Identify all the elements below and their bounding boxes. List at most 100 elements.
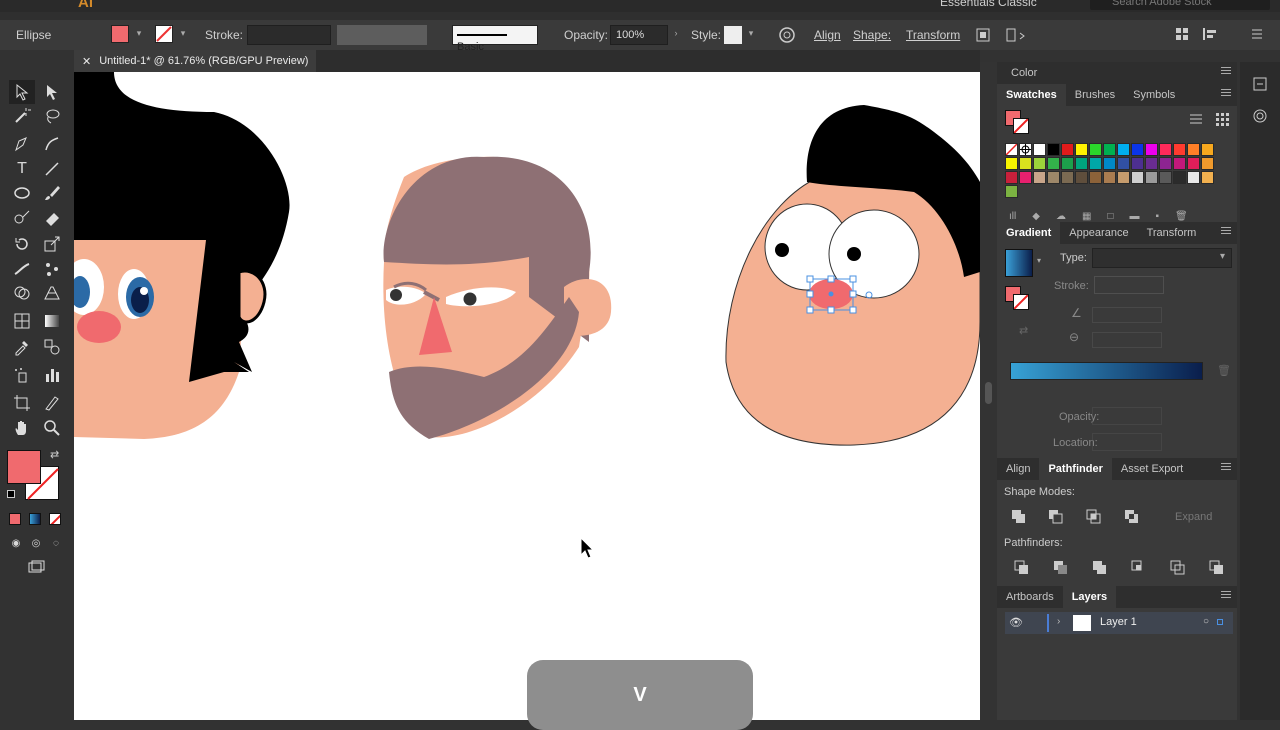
swatch-chip[interactable] — [1117, 171, 1130, 184]
divide-icon[interactable] — [1010, 557, 1032, 577]
swatch-chip[interactable] — [1145, 157, 1158, 170]
swatch-chip[interactable] — [1131, 171, 1144, 184]
perspective-grid-tool-icon[interactable] — [40, 282, 64, 304]
visibility-eye-icon[interactable]: 👁 — [1009, 616, 1023, 629]
swatch-chip[interactable] — [1019, 157, 1032, 170]
swatch-chip[interactable] — [1201, 157, 1214, 170]
opacity-arrow-icon[interactable]: › — [671, 28, 681, 38]
draw-inside-icon[interactable]: ◌ — [44, 532, 68, 554]
align-options-icon[interactable] — [1200, 26, 1224, 45]
default-colors-icon[interactable] — [7, 490, 15, 498]
layer-name[interactable]: Layer 1 — [1100, 616, 1137, 628]
gradient-preview-dropdown-icon[interactable]: ▾ — [1037, 256, 1041, 265]
swatch-chip[interactable] — [1131, 157, 1144, 170]
artboard-tool-icon[interactable] — [10, 392, 34, 414]
swatch-chip[interactable] — [1201, 143, 1214, 156]
eraser-tool-icon[interactable] — [40, 207, 64, 229]
layer-selection-indicator[interactable] — [1217, 619, 1223, 625]
column-graph-tool-icon[interactable] — [40, 364, 64, 386]
swatch-chip[interactable] — [1103, 157, 1116, 170]
swatch-chip[interactable] — [1047, 143, 1060, 156]
rotate-tool-icon[interactable] — [10, 233, 34, 255]
gradient-location-field[interactable] — [1092, 433, 1162, 451]
line-segment-tool-icon[interactable] — [40, 158, 64, 180]
arrange-icon[interactable] — [1004, 26, 1028, 47]
tab-gradient[interactable]: Gradient — [997, 222, 1061, 244]
swatch-chip[interactable] — [1173, 171, 1186, 184]
swatch-chip[interactable] — [1033, 157, 1046, 170]
new-swatch-icon[interactable]: ▪ — [1155, 211, 1159, 222]
swatch-chip[interactable] — [1033, 143, 1046, 156]
curvature-tool-icon[interactable] — [40, 133, 64, 155]
gradient-slider[interactable] — [1010, 362, 1203, 380]
tab-transform[interactable]: Transform — [1138, 222, 1206, 244]
puppet-warp-tool-icon[interactable] — [40, 258, 64, 280]
swatch-chip[interactable] — [1005, 157, 1018, 170]
minus-back-icon[interactable] — [1205, 557, 1227, 577]
swatch-chip[interactable] — [1005, 143, 1018, 156]
pen-tool-icon[interactable] — [10, 133, 34, 155]
swatch-chip[interactable] — [1187, 171, 1200, 184]
swatch-chip[interactable] — [1117, 143, 1130, 156]
swatch-chip[interactable] — [1047, 171, 1060, 184]
workspace-switcher[interactable]: Essentials Classic — [940, 0, 1037, 9]
libraries-icon[interactable] — [1249, 74, 1271, 94]
expand-layer-icon[interactable]: › — [1057, 616, 1060, 627]
tab-align[interactable]: Align — [997, 458, 1039, 480]
canvas-scrollbar[interactable] — [985, 382, 992, 404]
graphic-style-swatch[interactable] — [724, 26, 742, 44]
color-mode-icon[interactable] — [9, 513, 21, 525]
panel-menu-icon[interactable] — [1221, 67, 1231, 77]
fill-dropdown-icon[interactable]: ▾ — [134, 28, 144, 39]
new-color-group-icon[interactable]: ☁ — [1056, 211, 1066, 222]
swatch-chip[interactable] — [1061, 143, 1074, 156]
magic-wand-tool-icon[interactable] — [10, 105, 34, 127]
swatch-chip[interactable] — [1061, 157, 1074, 170]
delete-stop-icon[interactable]: 🗑 — [1217, 364, 1231, 377]
minus-front-icon[interactable] — [1044, 506, 1066, 526]
gradient-preview-swatch[interactable] — [1005, 249, 1033, 277]
creative-cloud-icon[interactable] — [1249, 106, 1271, 126]
stroke-dropdown-icon[interactable]: ▾ — [178, 28, 188, 39]
eyedropper-tool-icon[interactable] — [10, 336, 34, 358]
align-link[interactable]: Align — [814, 28, 841, 42]
hand-tool-icon[interactable] — [10, 417, 34, 439]
gradient-opacity-field[interactable] — [1092, 407, 1162, 425]
list-view-icon[interactable] — [1185, 109, 1207, 129]
ellipse-tool-icon[interactable] — [10, 182, 34, 204]
swatch-chip[interactable] — [1145, 171, 1158, 184]
swatch-library-icon[interactable]: ıll — [1009, 211, 1016, 222]
scale-tool-icon[interactable] — [40, 233, 64, 255]
fill-color-box[interactable] — [7, 450, 41, 484]
swatch-chip[interactable] — [1201, 171, 1214, 184]
lasso-tool-icon[interactable] — [40, 105, 64, 127]
exclude-icon[interactable] — [1120, 506, 1142, 526]
show-kinds-icon[interactable]: ◆ — [1032, 211, 1040, 222]
swatch-chip[interactable] — [1103, 171, 1116, 184]
mesh-tool-icon[interactable] — [10, 310, 34, 332]
tab-swatches[interactable]: Swatches — [997, 84, 1066, 106]
swatch-chip[interactable] — [1089, 157, 1102, 170]
controlbar-menu-icon[interactable] — [1250, 26, 1264, 45]
crop-icon[interactable] — [1127, 557, 1149, 577]
tab-appearance[interactable]: Appearance — [1060, 222, 1137, 244]
swatch-chip[interactable] — [1047, 157, 1060, 170]
stock-search-input[interactable]: Search Adobe Stock — [1090, 0, 1270, 10]
expand-button[interactable]: Expand — [1175, 511, 1212, 523]
blend-tool-icon[interactable] — [40, 336, 64, 358]
swatch-chip[interactable] — [1005, 171, 1018, 184]
swatch-chip[interactable] — [1103, 143, 1116, 156]
swatch-chip[interactable] — [1005, 185, 1018, 198]
swatch-chip[interactable] — [1159, 157, 1172, 170]
merge-icon[interactable] — [1088, 557, 1110, 577]
stroke-swatch[interactable] — [155, 25, 173, 43]
shape-builder-tool-icon[interactable] — [10, 282, 34, 304]
tab-brushes[interactable]: Brushes — [1066, 84, 1124, 106]
tab-color[interactable]: Color — [997, 62, 1046, 84]
swatch-chip[interactable] — [1187, 143, 1200, 156]
gradient-aspect-field[interactable] — [1092, 332, 1162, 348]
type-tool-icon[interactable]: T — [10, 158, 34, 180]
zoom-tool-icon[interactable] — [40, 417, 64, 439]
swatch-chip[interactable] — [1173, 143, 1186, 156]
layer-target-icon[interactable]: ○ — [1203, 616, 1209, 627]
